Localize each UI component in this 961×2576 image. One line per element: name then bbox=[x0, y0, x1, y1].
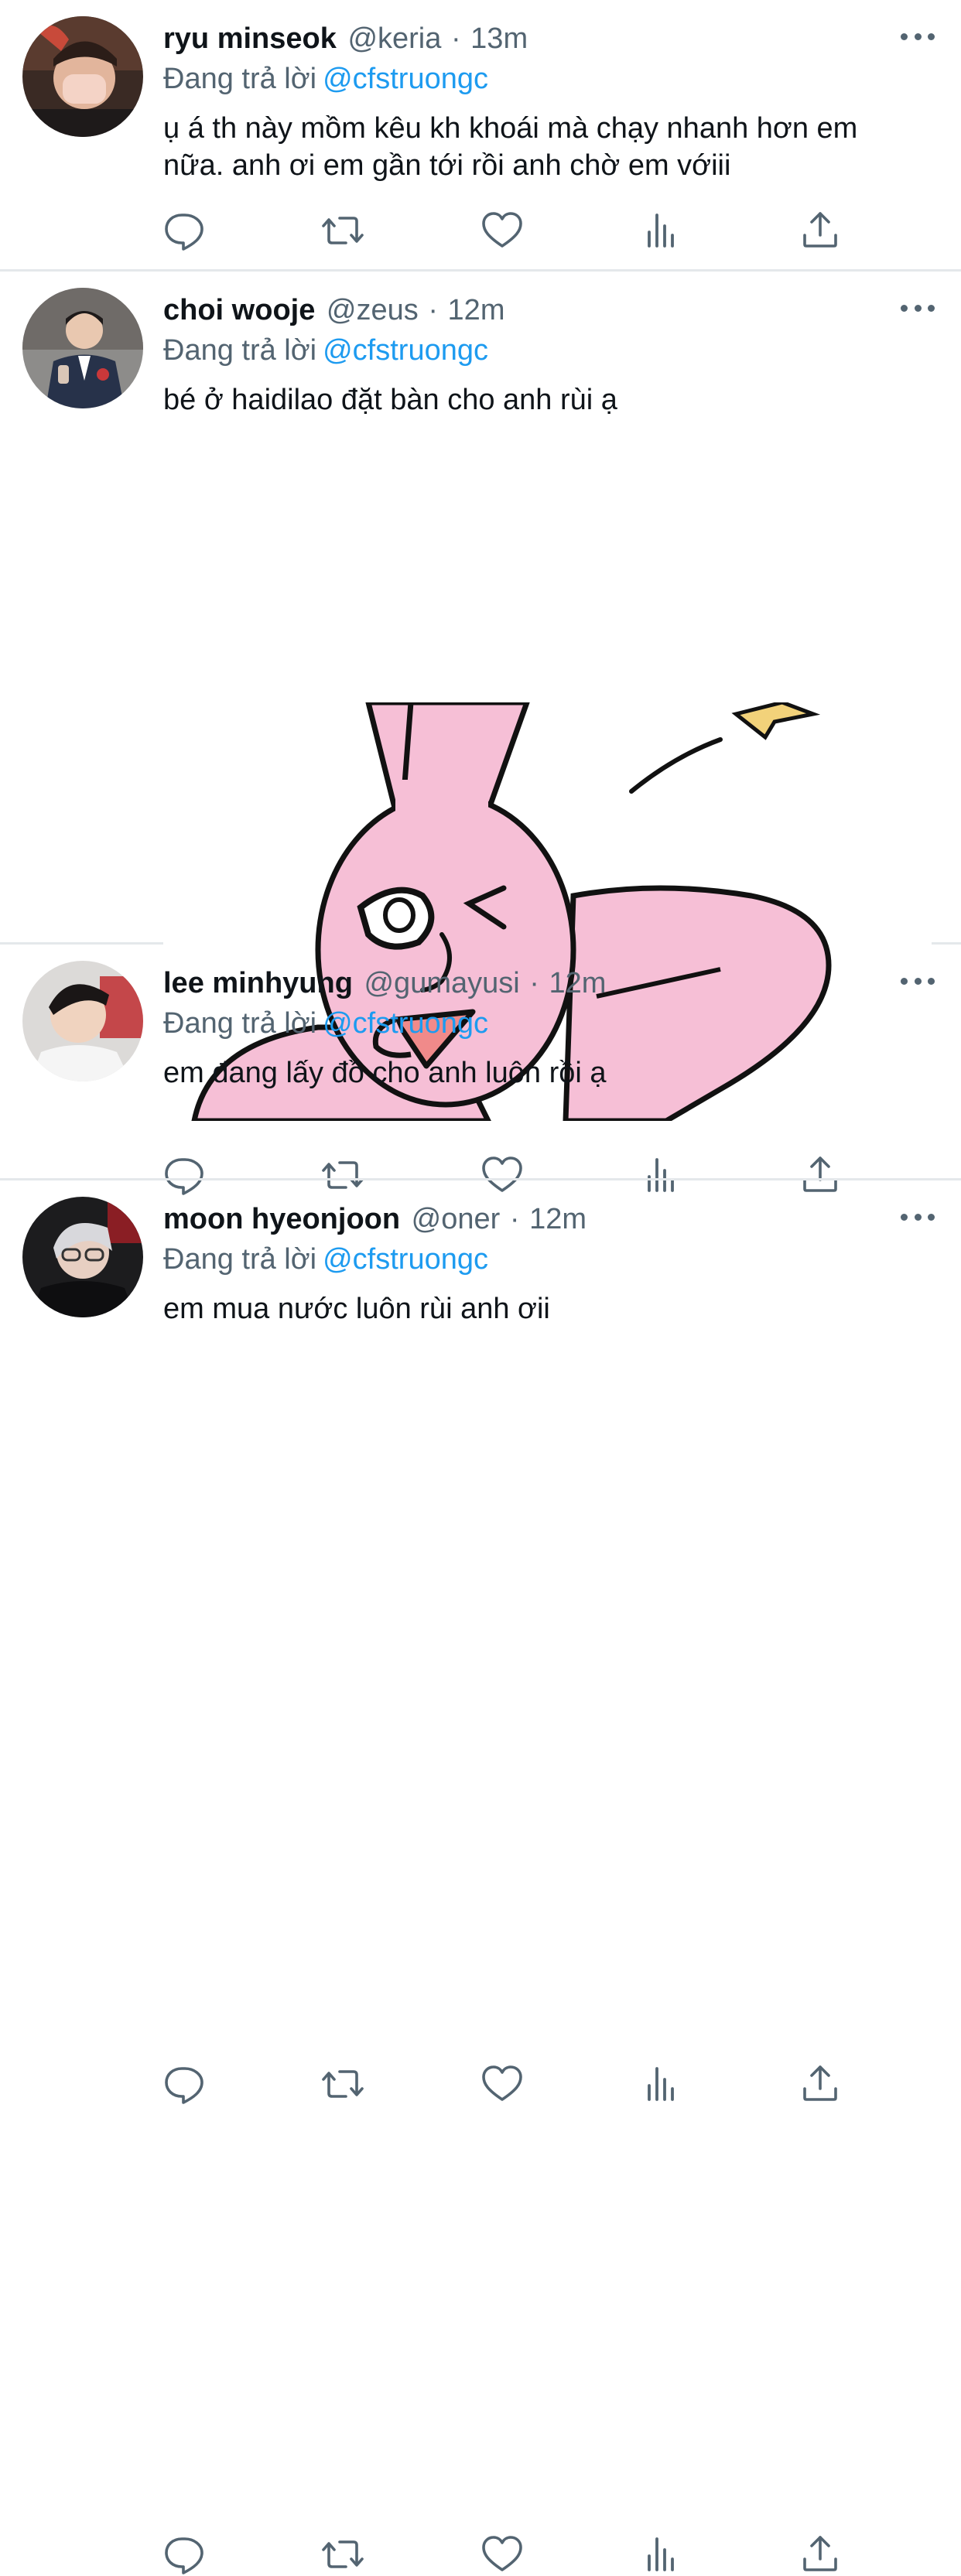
reply-button[interactable] bbox=[163, 209, 207, 252]
display-name[interactable]: ryu minseok bbox=[163, 22, 337, 55]
ellipsis-icon[interactable] bbox=[901, 969, 935, 992]
timestamp[interactable]: 12m bbox=[549, 967, 606, 999]
retweet-icon bbox=[322, 2540, 364, 2568]
tweet-text: bé ở haidilao đặt bàn cho anh rùi ạ bbox=[163, 384, 617, 416]
like-button[interactable] bbox=[480, 2062, 524, 2106]
timeline-feed: ryu minseok @keria · 13m Đang trả lời @cf… bbox=[0, 0, 961, 2574]
retweet-icon bbox=[322, 217, 364, 244]
retweet-button[interactable] bbox=[321, 209, 364, 252]
separator-dot: · bbox=[450, 22, 461, 55]
replying-to: Đang trả lời @cfstruongc bbox=[163, 1241, 930, 1278]
views-button[interactable] bbox=[640, 2533, 683, 2576]
tweet-header: moon hyeonjoon @oner · 12m bbox=[163, 1197, 930, 1241]
avatar[interactable] bbox=[22, 961, 143, 1081]
replying-to: Đang trả lời @cfstruongc bbox=[163, 60, 930, 97]
ellipsis-icon[interactable] bbox=[901, 1205, 935, 1228]
bar-chart-icon bbox=[648, 2537, 674, 2571]
reply-to-link[interactable]: @cfstruongc bbox=[323, 63, 488, 95]
timestamp[interactable]: 13m bbox=[470, 22, 528, 55]
reply-to-link[interactable]: @cfstruongc bbox=[323, 334, 488, 367]
avatar[interactable] bbox=[22, 16, 143, 137]
ellipsis-icon[interactable] bbox=[901, 296, 935, 319]
timestamp[interactable]: 12m bbox=[448, 294, 505, 326]
views-button[interactable] bbox=[640, 209, 683, 252]
tweet-text: em đang lấy đồ cho anh luôn rồi ạ bbox=[163, 1057, 607, 1089]
retweet-button[interactable] bbox=[321, 2533, 364, 2576]
share-button[interactable] bbox=[799, 2062, 842, 2106]
heart-icon bbox=[482, 212, 522, 248]
retweet-button[interactable] bbox=[321, 2062, 364, 2106]
reply-to-link[interactable]: @cfstruongc bbox=[323, 1007, 488, 1040]
tweet[interactable]: moon hyeonjoon @oner · 12m Đang trả lời @… bbox=[0, 1180, 961, 2574]
speech-bubble-icon bbox=[165, 2067, 203, 2104]
replying-to: Đang trả lời @cfstruongc bbox=[163, 332, 930, 369]
retweet-icon bbox=[322, 2070, 364, 2098]
user-handle[interactable]: @gumayusi bbox=[364, 967, 519, 999]
share-button[interactable] bbox=[799, 2533, 842, 2576]
avatar[interactable] bbox=[22, 288, 143, 408]
timestamp[interactable]: 12m bbox=[529, 1203, 587, 1235]
separator-dot: · bbox=[428, 294, 438, 326]
heart-icon bbox=[482, 2065, 522, 2101]
separator-dot: · bbox=[509, 1203, 520, 1235]
bar-chart-icon bbox=[648, 214, 674, 248]
avatar[interactable] bbox=[22, 1197, 143, 1317]
separator-dot: · bbox=[529, 967, 539, 999]
display-name[interactable]: moon hyeonjoon bbox=[163, 1203, 400, 1235]
tweet-actions bbox=[163, 2533, 860, 2576]
tweet-header: choi wooje @zeus · 12m bbox=[163, 289, 930, 332]
display-name[interactable]: choi wooje bbox=[163, 294, 315, 326]
share-upload-icon bbox=[803, 212, 837, 248]
views-button[interactable] bbox=[640, 2062, 683, 2106]
tweet[interactable]: ryu minseok @keria · 13m Đang trả lời @cf… bbox=[0, 0, 961, 272]
ellipsis-icon[interactable] bbox=[901, 25, 935, 48]
reply-prefix: Đang trả lời bbox=[163, 1007, 317, 1040]
user-handle[interactable]: @keria bbox=[347, 22, 441, 55]
display-name[interactable]: lee minhyung bbox=[163, 967, 353, 999]
tweet-actions bbox=[163, 209, 860, 252]
tweet[interactable]: choi wooje @zeus · 12m Đang trả lời @cfst… bbox=[0, 272, 961, 1195]
reply-prefix: Đang trả lời bbox=[163, 63, 317, 95]
tweet-header: lee minhyung @gumayusi · 12m bbox=[163, 962, 930, 1005]
bar-chart-icon bbox=[648, 2067, 674, 2101]
speech-bubble-icon bbox=[165, 214, 203, 251]
reply-prefix: Đang trả lời bbox=[163, 334, 317, 367]
speech-bubble-icon bbox=[165, 2537, 203, 2574]
share-upload-icon bbox=[803, 2065, 837, 2101]
replying-to: Đang trả lời @cfstruongc bbox=[163, 1005, 930, 1042]
reply-prefix: Đang trả lời bbox=[163, 1243, 317, 1276]
tweet-text: em mua nước luôn rùi anh ơii bbox=[163, 1293, 550, 1325]
share-upload-icon bbox=[803, 2536, 837, 2571]
heart-icon bbox=[482, 2536, 522, 2571]
share-button[interactable] bbox=[799, 209, 842, 252]
user-handle[interactable]: @oner bbox=[412, 1203, 501, 1235]
tweet-actions bbox=[163, 2062, 860, 2106]
tweet-text: ụ á th này mồm kêu kh khoái mà chạy nhan… bbox=[163, 112, 858, 182]
user-handle[interactable]: @zeus bbox=[327, 294, 419, 326]
reply-to-link[interactable]: @cfstruongc bbox=[323, 1243, 488, 1276]
reply-button[interactable] bbox=[163, 2062, 207, 2106]
like-button[interactable] bbox=[480, 2533, 524, 2576]
tweet[interactable]: lee minhyung @gumayusi · 12m Đang trả lờ… bbox=[0, 945, 961, 2104]
reply-button[interactable] bbox=[163, 2533, 207, 2576]
like-button[interactable] bbox=[480, 209, 524, 252]
tweet-header: ryu minseok @keria · 13m bbox=[163, 17, 930, 60]
